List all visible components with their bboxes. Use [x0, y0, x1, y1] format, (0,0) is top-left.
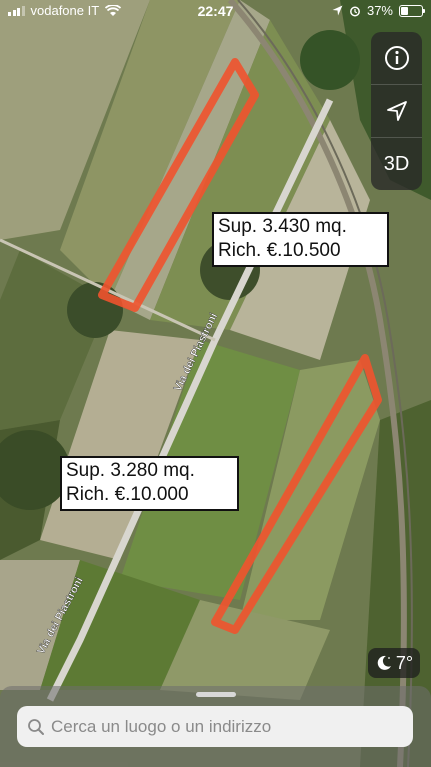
- annotation-area: Sup. 3.280 mq.: [66, 460, 195, 481]
- search-icon: [27, 718, 45, 736]
- battery-percent: 37%: [366, 3, 393, 18]
- parcel-annotation: Sup. 3.430 mq. Rich. €.10.500: [212, 212, 389, 267]
- locate-me-button[interactable]: [371, 85, 422, 138]
- map-controls: 3D: [371, 32, 422, 190]
- moon-icon: [377, 655, 391, 670]
- location-arrow-icon: [386, 101, 407, 121]
- info-button[interactable]: [371, 32, 422, 85]
- bottom-sheet[interactable]: Cerca un luogo o un indirizzo: [0, 686, 431, 767]
- location-services-icon: [332, 5, 343, 16]
- status-bar: vodafone IT 22:47 37%: [0, 0, 431, 22]
- sheet-grabber[interactable]: [196, 692, 236, 697]
- weather-widget[interactable]: 7°: [368, 648, 420, 678]
- parcel-annotation: Sup. 3.280 mq. Rich. €.10.000: [60, 456, 239, 511]
- info-icon: [384, 46, 409, 70]
- search-placeholder: Cerca un luogo o un indirizzo: [51, 716, 272, 736]
- annotation-area: Sup. 3.430 mq.: [218, 216, 347, 237]
- temperature: 7°: [395, 652, 414, 673]
- 3d-label: 3D: [383, 152, 410, 175]
- 3d-view-button[interactable]: 3D: [371, 138, 422, 190]
- annotation-price: Rich. €.10.500: [218, 240, 341, 261]
- annotation-price: Rich. €.10.000: [66, 484, 189, 505]
- satellite-map[interactable]: Via dei Piastroni Via dei Piastroni: [0, 0, 431, 767]
- search-bar[interactable]: Cerca un luogo o un indirizzo: [17, 706, 413, 747]
- alarm-icon: [350, 6, 360, 16]
- battery-icon: [399, 4, 425, 17]
